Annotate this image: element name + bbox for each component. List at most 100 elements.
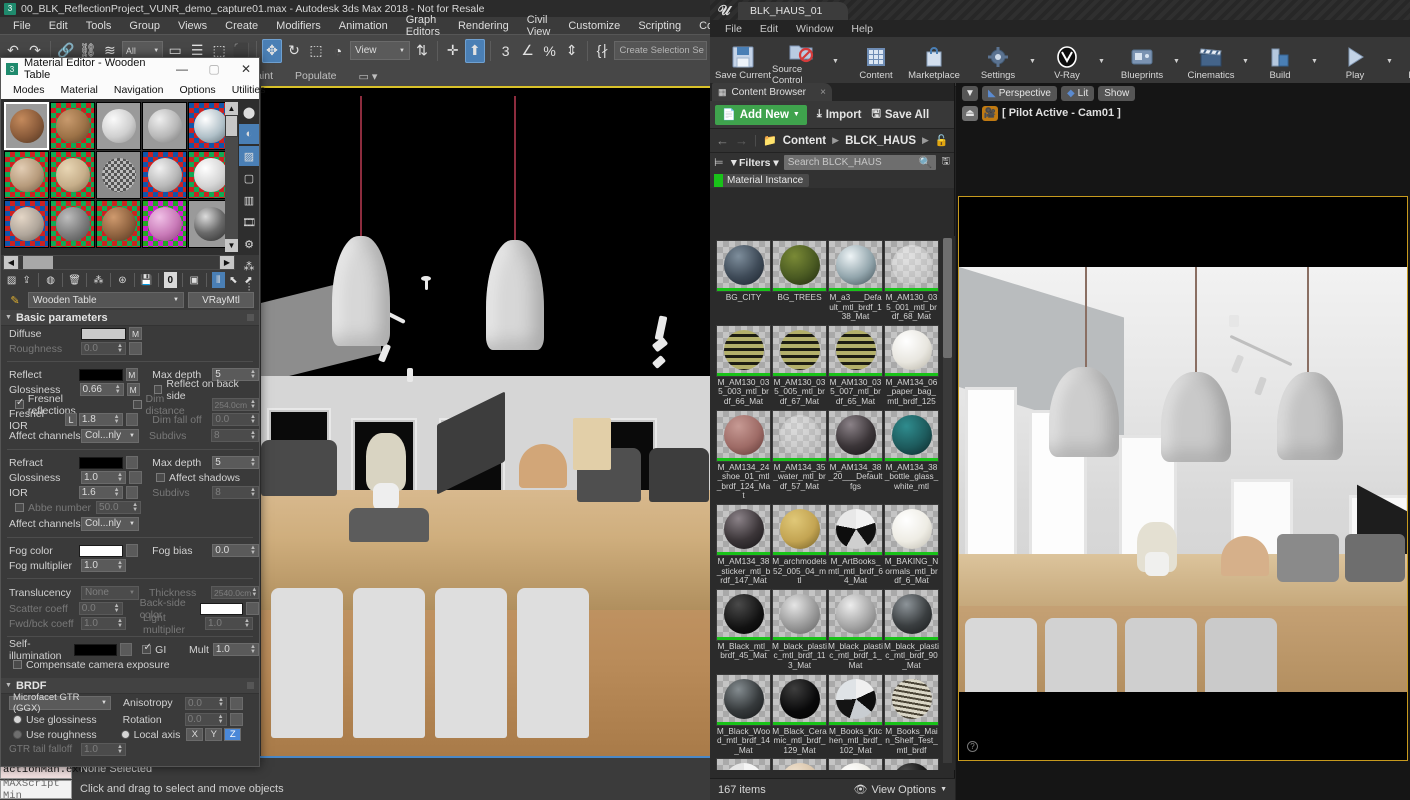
reflect-affect-channels-dropdown[interactable]: Col...nly▼ <box>81 429 139 443</box>
gtr-tail-falloff-row[interactable]: GTR tail falloff 1.0▲▼ <box>1 742 259 757</box>
content-browser-tab-close-icon[interactable]: × <box>820 87 826 98</box>
eject-pilot-icon[interactable]: ⏏ <box>962 106 978 121</box>
scatter-coeff-spinner[interactable]: 0.0▲▼ <box>79 602 123 615</box>
refract-affect-channels-row[interactable]: Affect channels Col...nly▼ <box>1 515 259 532</box>
abbe-number-row[interactable]: Abbe number 50.0▲▼ <box>1 500 259 515</box>
launch-button[interactable]: Launch <box>1395 37 1410 86</box>
help-icon[interactable]: ? <box>967 741 978 752</box>
material-editor-menubar[interactable]: Modes Material Navigation Options Utilit… <box>1 80 259 99</box>
fwd-bck-coeff-spinner[interactable]: 1.0▲▼ <box>81 617 126 630</box>
material-slot[interactable] <box>96 151 141 199</box>
refract-map-button[interactable]: M <box>126 456 139 469</box>
refract-color-swatch[interactable] <box>79 457 123 469</box>
material-slot-grid[interactable]: ▲ ▼ ⬤ ◐ ▨ ▢ ▥ 🎞 ⚙ ⁂ ⫶ <box>1 99 259 255</box>
asset-thumbnail[interactable] <box>772 325 827 377</box>
refract-glossiness-map-button[interactable]: M <box>129 471 142 484</box>
gi-checkbox[interactable] <box>142 645 151 654</box>
cinematics-button[interactable]: Cinematics <box>1182 37 1240 86</box>
material-slot[interactable] <box>4 151 49 199</box>
diffuse-row[interactable]: Diffuse M <box>1 326 259 341</box>
material-slot[interactable] <box>4 102 49 150</box>
close-button[interactable]: ✕ <box>233 58 259 80</box>
thickness-spinner[interactable]: 2540.0cm▲▼ <box>211 586 259 599</box>
viewport-render[interactable]: ? <box>958 196 1408 761</box>
asset-item[interactable]: M_black_plastic_mtl_brdf_90_Mat <box>884 589 939 673</box>
asset-item[interactable]: M_AM134_38_bottle_glass_white_mtl <box>884 410 939 503</box>
asset-thumbnail[interactable] <box>884 589 939 641</box>
asset-item[interactable]: M_AM130_035_003_mtl_brdf_66_Mat <box>716 325 771 409</box>
asset-thumbnail[interactable] <box>828 410 883 462</box>
material-name-field[interactable]: Wooden Table ▼ <box>28 292 184 308</box>
fog-bias-spinner[interactable]: 0.0▲▼ <box>212 544 259 557</box>
asset-thumbnail[interactable] <box>772 410 827 462</box>
asset-thumbnail[interactable] <box>716 674 771 726</box>
build-button[interactable]: Build <box>1251 37 1309 86</box>
marketplace-button[interactable]: Marketplace <box>905 37 963 86</box>
max-menu-modifiers[interactable]: Modifiers <box>267 20 330 32</box>
cinematics-caret-icon[interactable]: ▼ <box>1240 37 1251 86</box>
asset-item[interactable]: M_Books_Main_Shelf_Test_mtl_brdf <box>884 674 939 758</box>
max-menu-create[interactable]: Create <box>216 20 267 32</box>
pick-material-icon[interactable]: ✎ <box>6 294 24 307</box>
fwd-bck-coeff-row[interactable]: Fwd/bck coeff 1.0▲▼ Light multiplier 1.0… <box>1 616 259 631</box>
basic-parameters-header[interactable]: ▼ Basic parameters <box>1 310 259 326</box>
level-viewport[interactable]: ▼ ◣ Perspective ◆ Lit Show ⏏ 🎥 [ Pilot A… <box>956 83 1410 800</box>
asset-thumbnail[interactable] <box>828 674 883 726</box>
viewport-toolbar[interactable]: ▼ ◣ Perspective ◆ Lit Show <box>956 83 1410 103</box>
reflect-subdivs-spinner[interactable]: 8▲▼ <box>211 429 259 442</box>
scroll-right-icon[interactable]: ▶ <box>220 256 234 269</box>
dim-distance-spinner[interactable]: 254.0cm▲▼ <box>212 398 259 411</box>
fog-color-row[interactable]: Fog color M Fog bias 0.0▲▼ <box>1 543 259 558</box>
asset-thumbnail[interactable] <box>884 410 939 462</box>
max-menu-file[interactable]: File <box>4 20 40 32</box>
scroll-up-icon[interactable]: ▲ <box>225 102 238 115</box>
forward-arrow-icon[interactable]: → <box>735 133 748 148</box>
material-slot[interactable] <box>96 102 141 150</box>
refract-glossiness-row[interactable]: Glossiness 1.0▲▼ M Affect shadows <box>1 470 259 485</box>
reflect-color-swatch[interactable] <box>79 369 123 381</box>
filter-chip-material-instance[interactable]: Material Instance <box>714 174 809 187</box>
asset-item[interactable]: BG_CITY <box>716 240 771 324</box>
back-side-color-swatch[interactable] <box>200 603 244 615</box>
populate-label[interactable]: Populate <box>295 70 336 82</box>
breadcrumb-content[interactable]: Content <box>783 135 826 147</box>
ior-row[interactable]: IOR 1.6▲▼ M Subdivs 8▲▼ <box>1 485 259 500</box>
render-setup-icon[interactable]: ▭ ▾ <box>358 70 377 83</box>
reflect-glossiness-map-button[interactable]: M <box>127 383 140 396</box>
me-menu-modes[interactable]: Modes <box>5 84 53 96</box>
asset-item[interactable]: M_AM130_035_005_mtl_brdf_67_Mat <box>772 325 827 409</box>
sample-uv-tiling-icon[interactable]: ▢ <box>239 168 259 188</box>
refract-glossiness-spinner[interactable]: 1.0▲▼ <box>81 471 126 484</box>
asset-thumbnail[interactable] <box>716 589 771 641</box>
self-illumination-color-swatch[interactable] <box>74 644 117 656</box>
asset-thumbnail[interactable] <box>772 758 827 770</box>
build-caret-icon[interactable]: ▼ <box>1309 37 1320 86</box>
rotation-map-button[interactable]: M <box>230 713 243 726</box>
asset-grid[interactable]: BG_CITY BG_TREES M_a3___Default_mtl_brdf… <box>710 236 955 770</box>
snap-3d-icon[interactable]: 3 <box>496 39 516 63</box>
options-icon[interactable]: ⚙ <box>239 234 259 254</box>
diffuse-map-button[interactable]: M <box>129 327 142 340</box>
asset-item[interactable]: M_black_plastic_mtl_brdf_1_Mat <box>828 589 883 673</box>
asset-item[interactable]: M_Books_Small_Shelf_mtl_brdf_63 <box>716 758 771 770</box>
save-current-button[interactable]: Save Current <box>714 37 772 86</box>
viewport-options-caret-icon[interactable]: ▼ <box>962 86 978 101</box>
refract-max-depth-spinner[interactable]: 5▲▼ <box>212 456 259 469</box>
show-menu-button[interactable]: Show <box>1098 86 1135 101</box>
brdf-model-dropdown[interactable]: Microfacet GTR (GGX)▼ <box>9 696 111 710</box>
light-multiplier-spinner[interactable]: 1.0▲▼ <box>205 617 253 630</box>
material-editor-vertical-toolbar[interactable]: ⬤ ◐ ▨ ▢ ▥ 🎞 ⚙ ⁂ ⫶ <box>239 102 259 300</box>
gtr-tail-falloff-spinner[interactable]: 1.0▲▼ <box>81 743 126 756</box>
active-filter-chips[interactable]: Material Instance <box>710 172 954 188</box>
settings-button[interactable]: Settings <box>969 37 1027 86</box>
reflect-on-back-side-checkbox[interactable] <box>154 385 163 394</box>
ior-spinner[interactable]: 1.6▲▼ <box>79 486 123 499</box>
content-browser-path-bar[interactable]: ← → | 📁 Content ▶ BLCK_HAUS ▶ 🔓 <box>710 129 954 153</box>
save-all-button[interactable]: 🖫 Save All <box>872 105 930 124</box>
level-tab[interactable]: BLK_HAUS_01 <box>738 2 848 20</box>
percent-snap-icon[interactable]: % <box>540 39 560 63</box>
compensate-camera-exposure-checkbox[interactable] <box>13 660 22 669</box>
scroll-down-icon[interactable]: ▼ <box>225 239 238 252</box>
asset-thumbnail[interactable] <box>884 325 939 377</box>
asset-thumbnail[interactable] <box>828 504 883 556</box>
